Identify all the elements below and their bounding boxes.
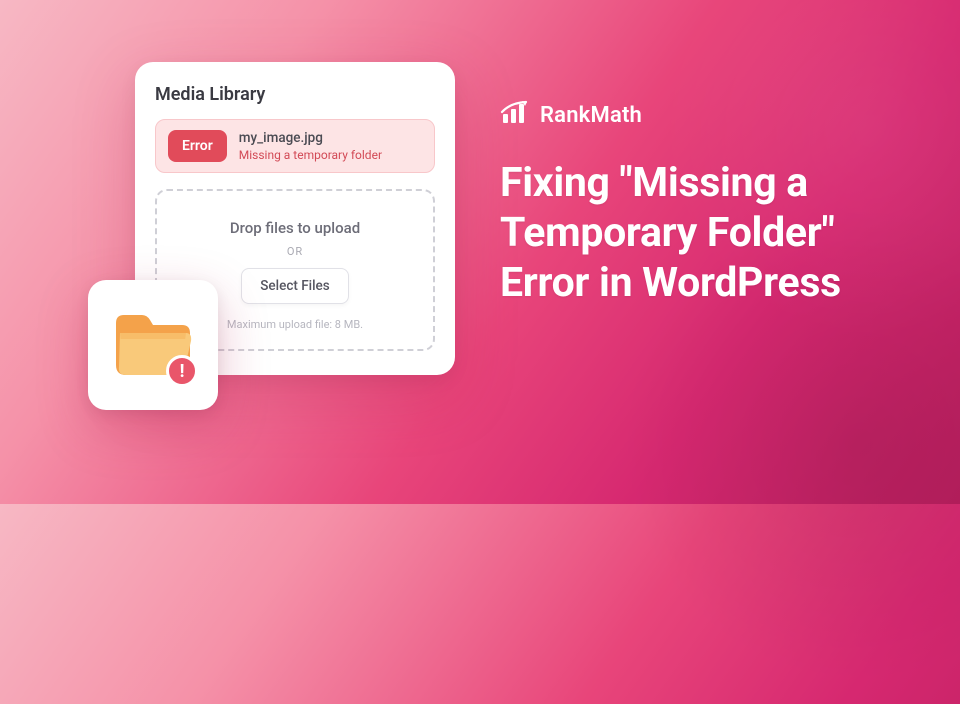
select-files-button[interactable]: Select Files <box>241 268 348 304</box>
page-headline: Fixing "Missing a Temporary Folder" Erro… <box>500 158 920 308</box>
brand: RankMath <box>500 100 920 130</box>
upload-error-box: Error my_image.jpg Missing a temporary f… <box>155 119 435 173</box>
error-badge: Error <box>168 130 227 162</box>
brand-logo-icon <box>500 100 530 130</box>
folder-error-tile: ! <box>88 280 218 410</box>
brand-name: RankMath <box>540 103 642 128</box>
folder-icon: ! <box>112 309 194 381</box>
dropzone-label: Drop files to upload <box>167 219 423 237</box>
dropzone-or: OR <box>167 245 423 258</box>
card-title: Media Library <box>155 84 435 105</box>
error-filename: my_image.jpg <box>239 130 382 146</box>
error-text: my_image.jpg Missing a temporary folder <box>239 130 382 162</box>
hero-text-block: RankMath Fixing "Missing a Temporary Fol… <box>500 100 920 308</box>
alert-icon: ! <box>166 355 198 387</box>
error-message: Missing a temporary folder <box>239 148 382 162</box>
